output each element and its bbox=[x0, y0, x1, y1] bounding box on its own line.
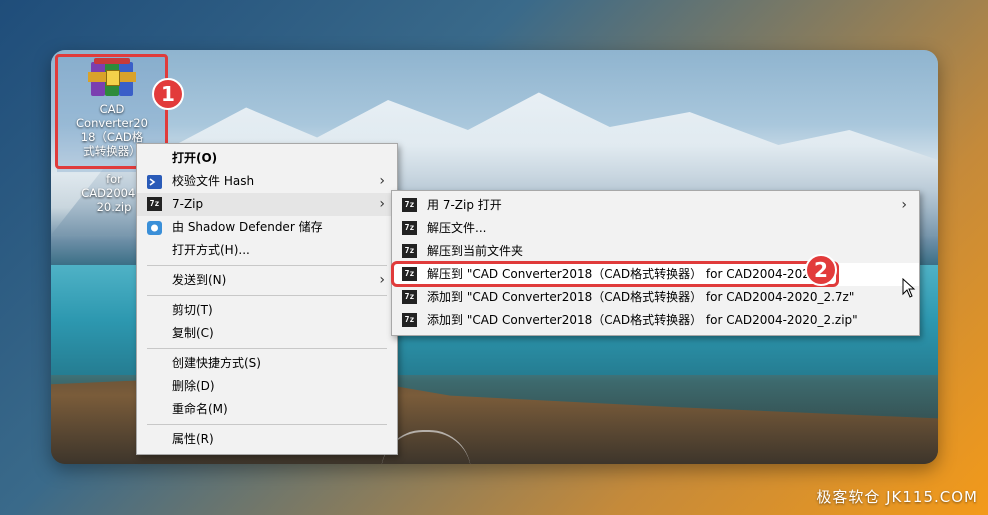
7zip-icon: 7z bbox=[147, 197, 162, 211]
powershell-icon bbox=[147, 174, 162, 189]
menu-separator bbox=[147, 295, 387, 296]
7zip-icon: 7z bbox=[402, 244, 417, 258]
chevron-right-icon: › bbox=[379, 173, 385, 189]
highlight-box-2 bbox=[391, 261, 839, 287]
menu-item-cut[interactable]: 剪切(T) bbox=[137, 299, 397, 322]
mouse-cursor-icon bbox=[902, 277, 916, 302]
menu-item-shadow-defender[interactable]: 由 Shadow Defender 储存 bbox=[137, 216, 397, 239]
chevron-right-icon: › bbox=[901, 197, 907, 213]
step-badge-1: 1 bbox=[152, 78, 184, 110]
7zip-icon: 7z bbox=[402, 198, 417, 212]
menu-separator bbox=[147, 265, 387, 266]
chevron-right-icon: › bbox=[379, 272, 385, 288]
7zip-icon: 7z bbox=[402, 313, 417, 327]
menu-item-rename[interactable]: 重命名(M) bbox=[137, 398, 397, 421]
menu-item-open[interactable]: 打开(O) bbox=[137, 147, 397, 170]
7zip-icon: 7z bbox=[402, 290, 417, 304]
submenu-item-extract-here[interactable]: 7z 解压到当前文件夹 bbox=[392, 240, 919, 263]
menu-separator bbox=[147, 424, 387, 425]
7zip-icon: 7z bbox=[402, 221, 417, 235]
chevron-right-icon: › bbox=[379, 196, 385, 212]
context-menu: 打开(O) 校验文件 Hash › 7z 7-Zip › 由 Shadow De… bbox=[136, 143, 398, 455]
submenu-item-extract-files[interactable]: 7z 解压文件... bbox=[392, 217, 919, 240]
menu-item-hash[interactable]: 校验文件 Hash › bbox=[137, 170, 397, 193]
menu-item-create-shortcut[interactable]: 创建快捷方式(S) bbox=[137, 352, 397, 375]
menu-item-7zip[interactable]: 7z 7-Zip › bbox=[137, 193, 397, 216]
submenu-item-add-to-zip[interactable]: 7z 添加到 "CAD Converter2018（CAD格式转换器） for … bbox=[392, 309, 919, 332]
watermark: 极客软仓 JK115.COM bbox=[816, 488, 978, 506]
menu-item-properties[interactable]: 属性(R) bbox=[137, 428, 397, 451]
menu-item-copy[interactable]: 复制(C) bbox=[137, 322, 397, 345]
shadow-defender-icon bbox=[147, 220, 162, 235]
menu-item-open-with[interactable]: 打开方式(H)... bbox=[137, 239, 397, 262]
submenu-item-open-with-7zip[interactable]: 7z 用 7-Zip 打开 › bbox=[392, 194, 919, 217]
step-badge-2: 2 bbox=[805, 254, 837, 286]
menu-separator bbox=[147, 348, 387, 349]
menu-item-send-to[interactable]: 发送到(N) › bbox=[137, 269, 397, 292]
menu-item-delete[interactable]: 删除(D) bbox=[137, 375, 397, 398]
submenu-item-add-to-7z[interactable]: 7z 添加到 "CAD Converter2018（CAD格式转换器） for … bbox=[392, 286, 919, 309]
